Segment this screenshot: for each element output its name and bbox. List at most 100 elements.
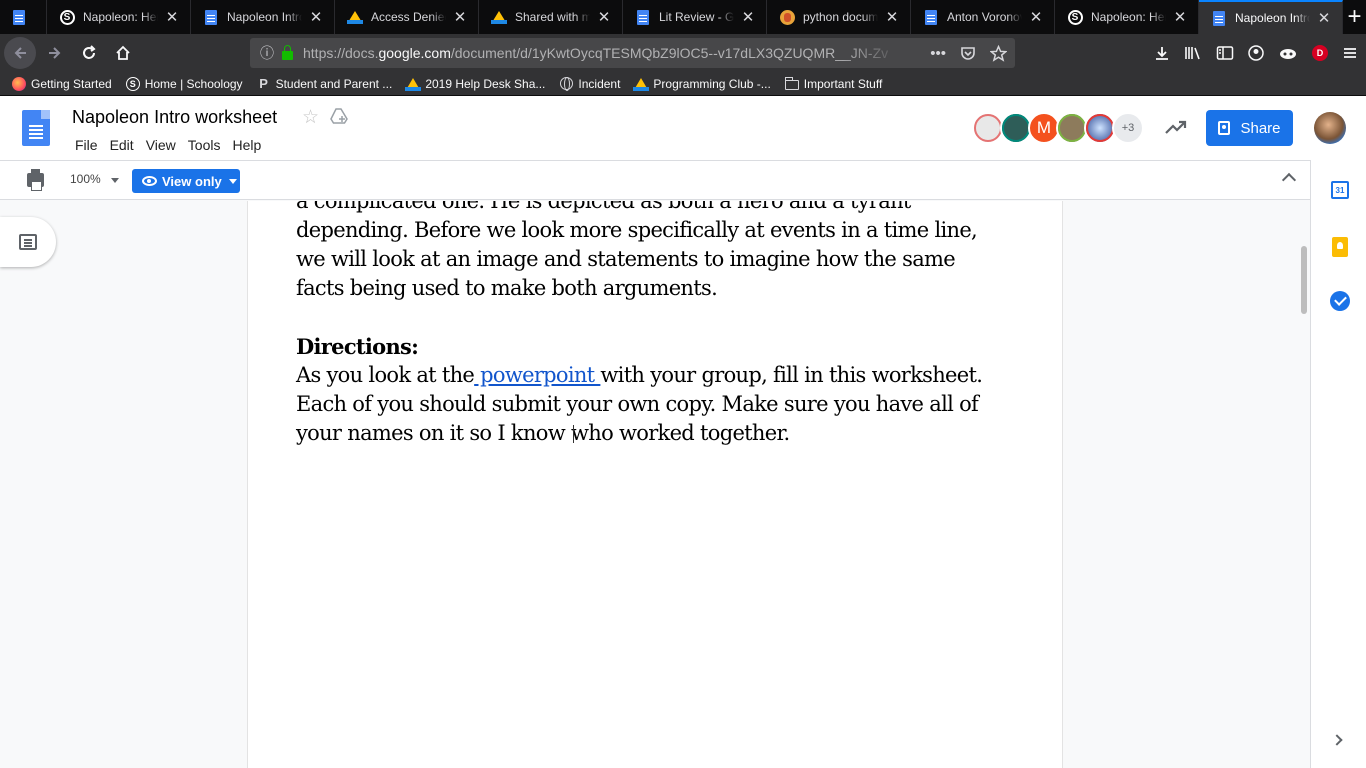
pocket-icon[interactable] (960, 45, 976, 61)
bookmark-programming-club[interactable]: Programming Club -... (633, 77, 771, 91)
tab-napoleon-intro-active[interactable]: Napoleon Intro w ✕ (1199, 0, 1343, 34)
profile-badge[interactable]: D (1312, 45, 1328, 61)
view-only-button[interactable]: View only (132, 169, 240, 193)
close-icon[interactable]: ✕ (1028, 9, 1044, 25)
url-actions: ••• (930, 38, 1007, 68)
star-icon[interactable]: ☆ (302, 106, 319, 129)
sidebar-icon[interactable] (1216, 45, 1234, 61)
close-icon[interactable]: ✕ (740, 9, 756, 25)
close-icon[interactable]: ✕ (596, 9, 612, 25)
url-bar[interactable]: ⓘ https://docs.google.com/document/d/1yK… (250, 38, 1015, 68)
close-icon[interactable]: ✕ (1316, 10, 1332, 26)
tab-title: Access Denied (371, 10, 446, 24)
bookmark-important-stuff[interactable]: Important Stuff (784, 76, 882, 91)
chevron-right-icon[interactable] (1331, 734, 1343, 746)
browser-tab-strip: S Napoleon: Hero ✕ Napoleon Intro w ✕ Ac… (0, 0, 1366, 34)
calendar-icon[interactable]: 31 (1331, 181, 1349, 199)
info-icon[interactable]: ⓘ (260, 43, 274, 63)
schoology-icon: S (59, 9, 75, 25)
close-icon[interactable]: ✕ (884, 9, 900, 25)
download-icon[interactable] (1154, 45, 1170, 61)
tab-napoleon-hero-1[interactable]: S Napoleon: Hero ✕ (47, 0, 191, 34)
docs-icon (923, 9, 939, 25)
tab-shared-with-me[interactable]: Shared with me ✕ (479, 0, 623, 34)
reload-icon (83, 45, 96, 59)
tab-title: Shared with me (515, 10, 590, 24)
drive-icon (491, 9, 507, 25)
tab-napoleon-hero-2[interactable]: S Napoleon: Hero ✕ (1055, 0, 1199, 34)
add-to-drive-icon[interactable] (330, 108, 348, 124)
library-icon[interactable] (1184, 45, 1202, 61)
extension-icon[interactable] (1278, 45, 1298, 61)
chevron-down-icon (228, 178, 237, 184)
menu-view[interactable]: View (141, 135, 181, 155)
arrow-left-icon (14, 47, 26, 59)
tab-anton-voronov[interactable]: Anton Voronov - ✕ (911, 0, 1055, 34)
menu-edit[interactable]: Edit (105, 135, 139, 155)
reload-button[interactable] (74, 38, 104, 68)
directions-line: Each of you should submit your own copy.… (296, 392, 979, 416)
url-text[interactable]: https://docs.google.com/document/d/1yKwt… (303, 45, 903, 61)
docs-icon (635, 9, 651, 25)
bookmark-help-desk[interactable]: 2019 Help Desk Sha... (405, 77, 545, 91)
tab-title: Napoleon Intro w (1235, 11, 1310, 25)
keep-icon[interactable] (1332, 237, 1348, 257)
new-tab-button[interactable]: + (1343, 0, 1366, 34)
back-button[interactable] (4, 37, 36, 69)
document-page[interactable]: a complicated one. He is depicted as bot… (247, 201, 1063, 768)
directions-line: As you look at the powerpoint with your … (296, 363, 983, 387)
account-avatar[interactable] (1314, 112, 1346, 144)
bookmark-student-parent[interactable]: P Student and Parent ... (257, 76, 392, 91)
collapse-menus-icon[interactable] (1281, 172, 1297, 188)
activity-dashboard-icon[interactable] (1164, 116, 1188, 138)
menu-tools[interactable]: Tools (183, 135, 226, 155)
eye-icon (142, 176, 157, 186)
share-lock-icon (1218, 121, 1231, 135)
tab-title: Napoleon Intro w (227, 10, 302, 24)
tab-lit-review[interactable]: Lit Review - Goo ✕ (623, 0, 767, 34)
bookmark-schoology[interactable]: S Home | Schoology (125, 76, 243, 91)
tab-napoleon-intro-1[interactable]: Napoleon Intro w ✕ (191, 0, 335, 34)
document-outline-button[interactable] (0, 217, 56, 267)
forward-button[interactable] (40, 38, 70, 68)
document-title[interactable]: Napoleon Intro worksheet (72, 107, 277, 128)
docs-icon (11, 9, 27, 25)
tab-title: python docume (803, 10, 878, 24)
body-line: depending. Before we look more specifica… (296, 218, 978, 242)
toolbar-right: D (1154, 34, 1358, 72)
menu-help[interactable]: Help (227, 135, 266, 155)
docs-header: Napoleon Intro worksheet ☆ File Edit Vie… (0, 96, 1366, 160)
zoom-select[interactable]: 100% (70, 172, 101, 186)
bookmark-getting-started[interactable]: Getting Started (12, 76, 112, 91)
document-scrollbar[interactable] (1298, 201, 1310, 768)
account-icon[interactable] (1248, 45, 1264, 61)
print-icon[interactable] (27, 169, 44, 191)
tasks-icon[interactable] (1330, 291, 1350, 311)
document-body: a complicated one. He is depicted as bot… (296, 201, 1026, 448)
share-button[interactable]: Share (1206, 110, 1293, 146)
close-icon[interactable]: ✕ (452, 9, 468, 25)
tab-python-docs[interactable]: python docume ✕ (767, 0, 911, 34)
tab-pinned-docs[interactable] (0, 0, 47, 34)
hamburger-menu-icon[interactable] (1342, 45, 1358, 61)
close-icon[interactable]: ✕ (308, 9, 324, 25)
directions-line: your names on it so I know who worked to… (296, 421, 790, 445)
bookmark-incident[interactable]: Incident (559, 77, 620, 91)
lock-icon[interactable] (282, 44, 293, 60)
scrollbar-thumb[interactable] (1301, 246, 1307, 314)
page-actions-icon[interactable]: ••• (930, 45, 946, 62)
tab-access-denied[interactable]: Access Denied ✕ (335, 0, 479, 34)
docs-icon (1211, 10, 1227, 26)
google-docs-logo-icon[interactable] (22, 110, 50, 146)
document-canvas[interactable]: a complicated one. He is depicted as bot… (0, 201, 1310, 768)
powerpoint-link[interactable]: powerpoint (474, 363, 600, 387)
close-icon[interactable]: ✕ (1172, 9, 1188, 25)
drive-icon (405, 77, 422, 91)
home-button[interactable] (108, 38, 138, 68)
more-collaborators[interactable]: +3 (1112, 112, 1144, 144)
schoology-icon: S (1067, 9, 1083, 25)
menu-file[interactable]: File (70, 135, 103, 155)
chevron-down-icon[interactable] (111, 178, 119, 183)
close-icon[interactable]: ✕ (164, 9, 180, 25)
bookmark-star-icon[interactable] (990, 44, 1007, 62)
